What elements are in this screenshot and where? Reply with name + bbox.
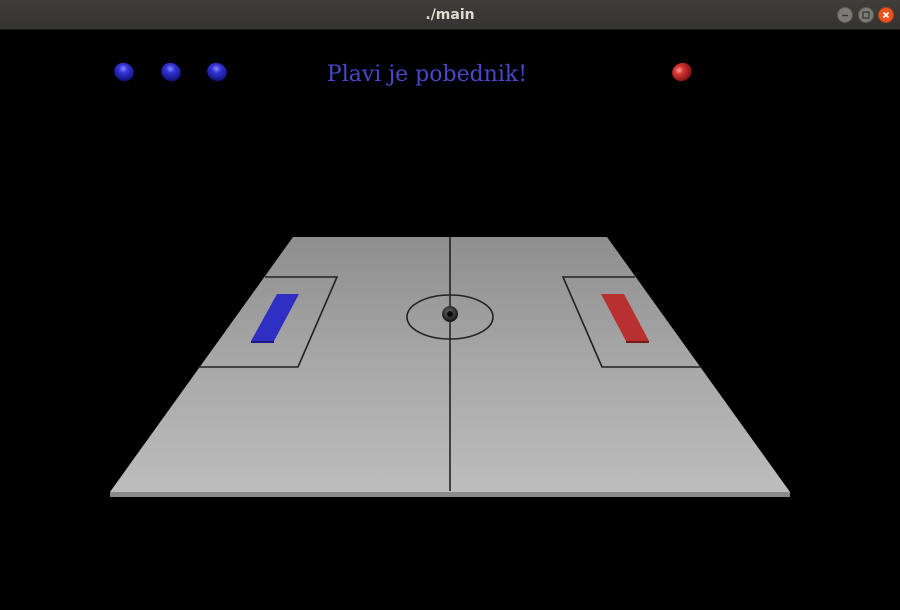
maximize-button[interactable] — [858, 7, 874, 23]
red-life-ball — [672, 62, 692, 82]
winner-message: Plavi je pobednik! — [326, 62, 528, 87]
maximize-icon — [862, 11, 870, 19]
blue-lives — [114, 62, 227, 82]
close-icon — [882, 11, 890, 19]
close-button[interactable] — [878, 7, 894, 23]
title-bar[interactable]: ./main — [0, 0, 900, 30]
window-title: ./main — [425, 7, 475, 23]
game-viewport[interactable]: Plavi je pobednik! — [0, 30, 900, 610]
minimize-icon — [842, 14, 848, 17]
game-puck — [442, 306, 458, 322]
game-window: ./main Plavi je pobednik! — [0, 0, 900, 610]
blue-life-ball — [161, 62, 181, 82]
blue-life-ball — [114, 62, 134, 82]
blue-life-ball — [207, 62, 227, 82]
minimize-button[interactable] — [837, 7, 853, 23]
field-front-edge — [110, 492, 790, 497]
game-scene — [110, 62, 790, 497]
red-lives — [672, 62, 692, 82]
